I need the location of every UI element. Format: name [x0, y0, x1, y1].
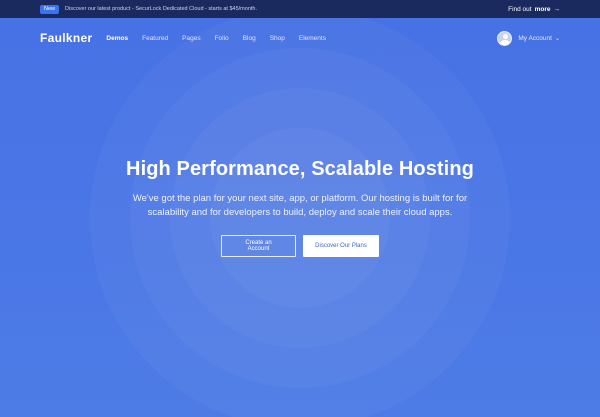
nav-menu: Demos Featured Pages Folio Blog Shop Ele… [106, 35, 326, 42]
find-out-label: Find out [508, 5, 532, 13]
announcement-text: Discover our latest product - SecurLock … [65, 6, 257, 12]
find-out-strong: more [534, 5, 551, 13]
nav-item-demos[interactable]: Demos [106, 35, 128, 42]
announcement-bar: New Discover our latest product - SecurL… [0, 0, 600, 18]
nav-item-featured[interactable]: Featured [142, 35, 168, 42]
avatar[interactable] [497, 30, 513, 46]
hero-content: High Performance, Scalable Hosting We've… [0, 158, 600, 257]
discover-plans-button[interactable]: Discover Our Plans [303, 235, 379, 257]
main-navigation: Faulkner Demos Featured Pages Folio Blog… [0, 28, 600, 48]
create-account-button[interactable]: Create an Account [221, 235, 296, 257]
hero-title: High Performance, Scalable Hosting [126, 158, 474, 180]
arrow-right-icon: → [553, 5, 561, 13]
nav-item-shop[interactable]: Shop [270, 35, 285, 42]
hero-subtitle: We've got the plan for your next site, a… [132, 193, 468, 218]
nav-item-elements[interactable]: Elements [299, 35, 326, 42]
find-out-more-link[interactable]: Find out more → [508, 6, 560, 13]
chevron-down-icon: ⌄ [554, 35, 560, 42]
new-badge: New [40, 4, 60, 14]
cta-row: Create an Account Discover Our Plans [0, 235, 600, 257]
nav-item-folio[interactable]: Folio [215, 35, 229, 42]
brand-logo[interactable]: Faulkner [40, 31, 92, 45]
my-account-label[interactable]: My Account [518, 35, 552, 42]
my-account-menu[interactable]: My Account ⌄ [497, 30, 560, 46]
nav-item-blog[interactable]: Blog [243, 35, 256, 42]
nav-item-pages[interactable]: Pages [182, 35, 200, 42]
